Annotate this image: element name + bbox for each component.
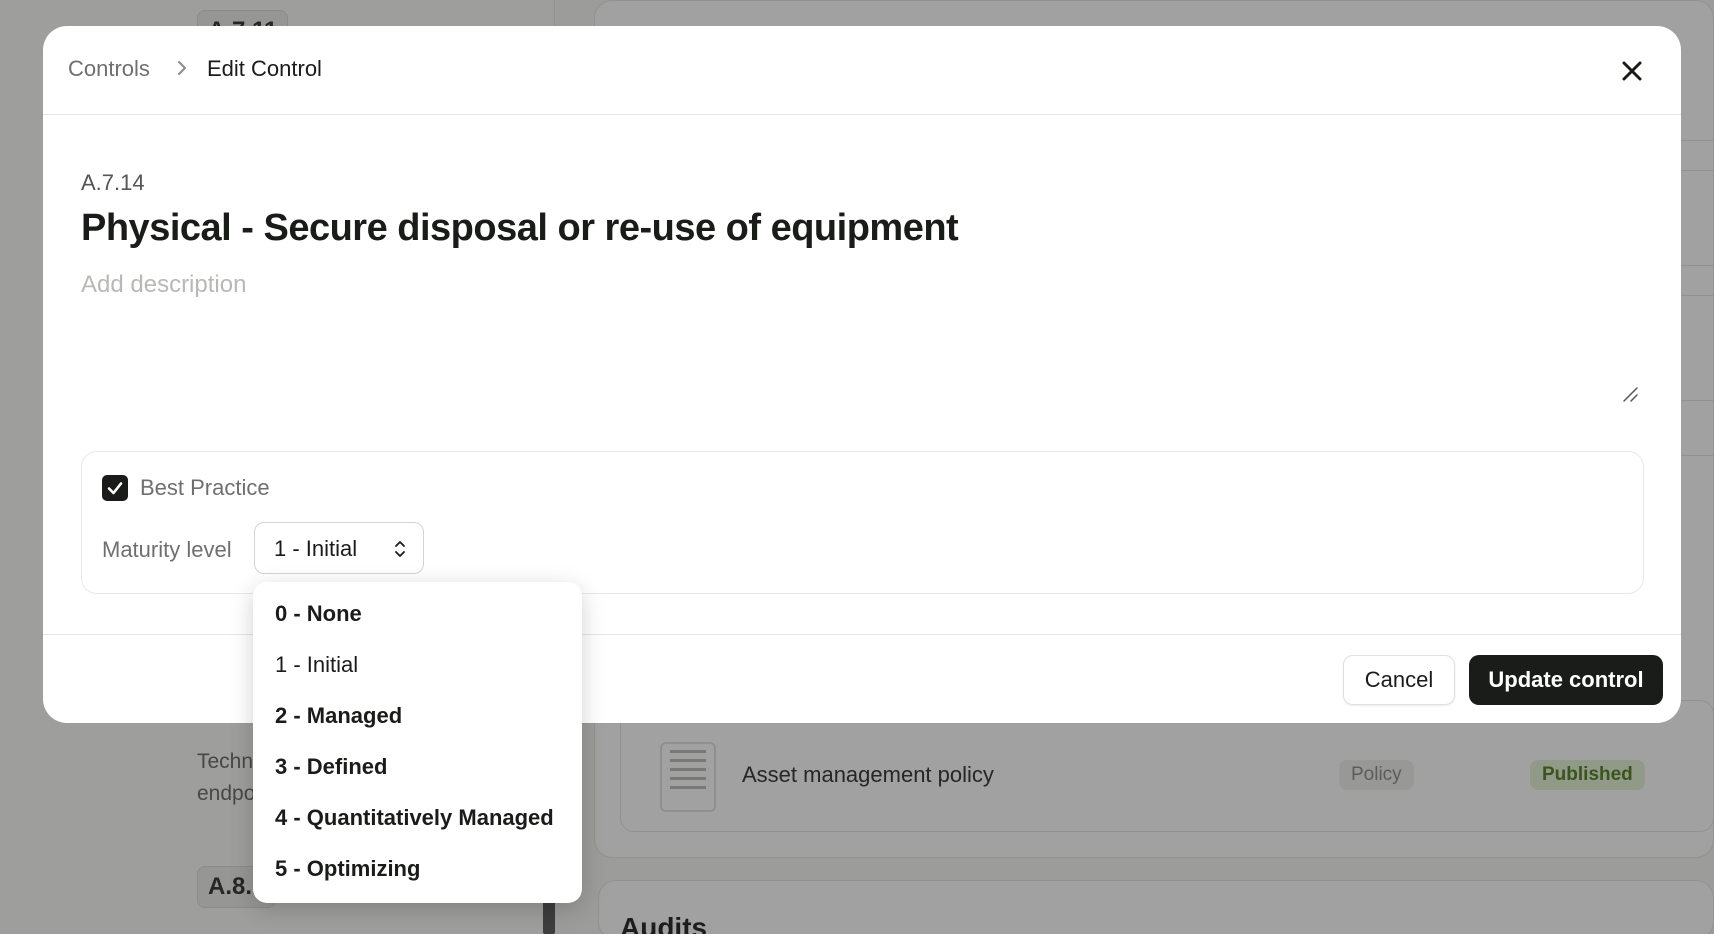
breadcrumb-current: Edit Control xyxy=(207,56,322,81)
close-icon[interactable] xyxy=(1617,56,1647,86)
dropdown-option[interactable]: 0 - None xyxy=(253,588,582,639)
modal-header: Controls Edit Control xyxy=(43,26,1681,115)
dropdown-option[interactable]: 5 - Optimizing xyxy=(253,843,582,894)
select-chevron-icon xyxy=(395,541,405,557)
dropdown-option[interactable]: 1 - Initial xyxy=(253,639,582,690)
resize-handle-icon[interactable] xyxy=(1621,385,1639,403)
control-settings-box: Best Practice Maturity level 1 - Initial xyxy=(81,451,1644,594)
best-practice-checkbox[interactable] xyxy=(102,475,128,501)
update-control-button[interactable]: Update control xyxy=(1469,655,1663,705)
maturity-level-dropdown: 0 - None 1 - Initial 2 - Managed 3 - Def… xyxy=(253,582,582,903)
dropdown-option[interactable]: 2 - Managed xyxy=(253,690,582,741)
maturity-level-label: Maturity level xyxy=(102,537,232,562)
check-icon xyxy=(107,482,123,495)
breadcrumb-controls-link[interactable]: Controls xyxy=(68,56,150,82)
control-id: A.7.14 xyxy=(81,170,145,195)
dropdown-option[interactable]: 3 - Defined xyxy=(253,741,582,792)
dropdown-option[interactable]: 4 - Quantitatively Managed xyxy=(253,792,582,843)
control-title[interactable]: Physical - Secure disposal or re-use of … xyxy=(81,207,959,250)
cancel-button[interactable]: Cancel xyxy=(1343,655,1455,705)
modal-body: A.7.14 Physical - Secure disposal or re-… xyxy=(43,115,1681,634)
description-field[interactable] xyxy=(81,271,1653,401)
chevron-right-icon xyxy=(178,61,186,75)
best-practice-label[interactable]: Best Practice xyxy=(140,475,270,501)
maturity-level-select[interactable]: 1 - Initial xyxy=(254,522,424,574)
maturity-level-value: 1 - Initial xyxy=(274,536,358,561)
